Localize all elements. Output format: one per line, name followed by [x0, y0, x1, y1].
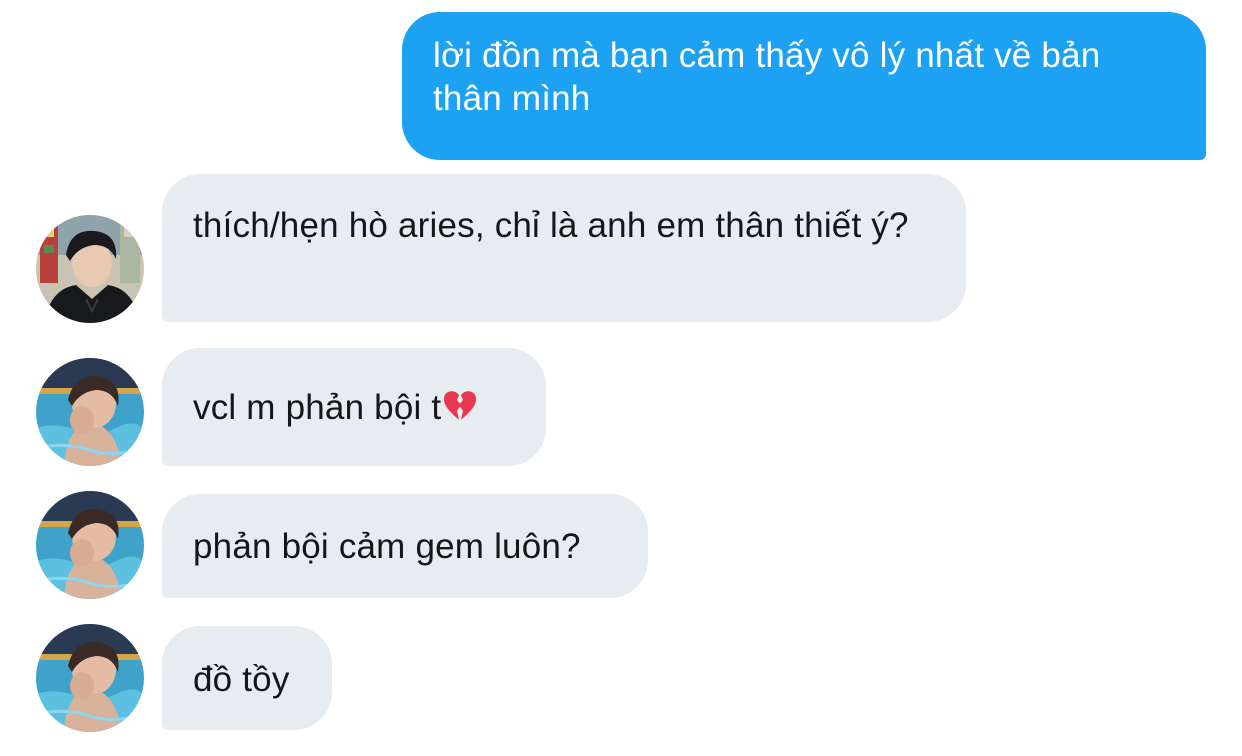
message-text: vcl m phản bội t	[193, 388, 442, 427]
message-bubble-incoming[interactable]: phản bội cảm gem luôn?	[162, 494, 648, 598]
message-text: thích/hẹn hò aries, chỉ là anh em thân t…	[193, 206, 909, 245]
message-bubble-outgoing[interactable]: lời đồn mà bạn cảm thấy vô lý nhất về bả…	[402, 12, 1206, 160]
message-bubble-incoming[interactable]: vcl m phản bội t	[162, 348, 546, 466]
message-text: đồ tồy	[193, 660, 290, 699]
avatar[interactable]	[36, 215, 144, 323]
avatar-pool-portrait	[36, 358, 144, 466]
message-text: lời đồn mà bạn cảm thấy vô lý nhất về bả…	[433, 36, 1101, 118]
avatar-pool-portrait	[36, 491, 144, 599]
avatar-hoodie-portrait	[36, 215, 144, 323]
message-bubble-incoming[interactable]: thích/hẹn hò aries, chỉ là anh em thân t…	[162, 174, 966, 322]
avatar[interactable]	[36, 624, 144, 732]
avatar[interactable]	[36, 491, 144, 599]
broken-heart-icon	[442, 389, 478, 423]
message-text: phản bội cảm gem luôn?	[193, 527, 581, 566]
message-bubble-incoming[interactable]: đồ tồy	[162, 626, 332, 730]
avatar-pool-portrait	[36, 624, 144, 732]
avatar[interactable]	[36, 358, 144, 466]
dm-conversation: lời đồn mà bạn cảm thấy vô lý nhất về bả…	[0, 0, 1242, 756]
